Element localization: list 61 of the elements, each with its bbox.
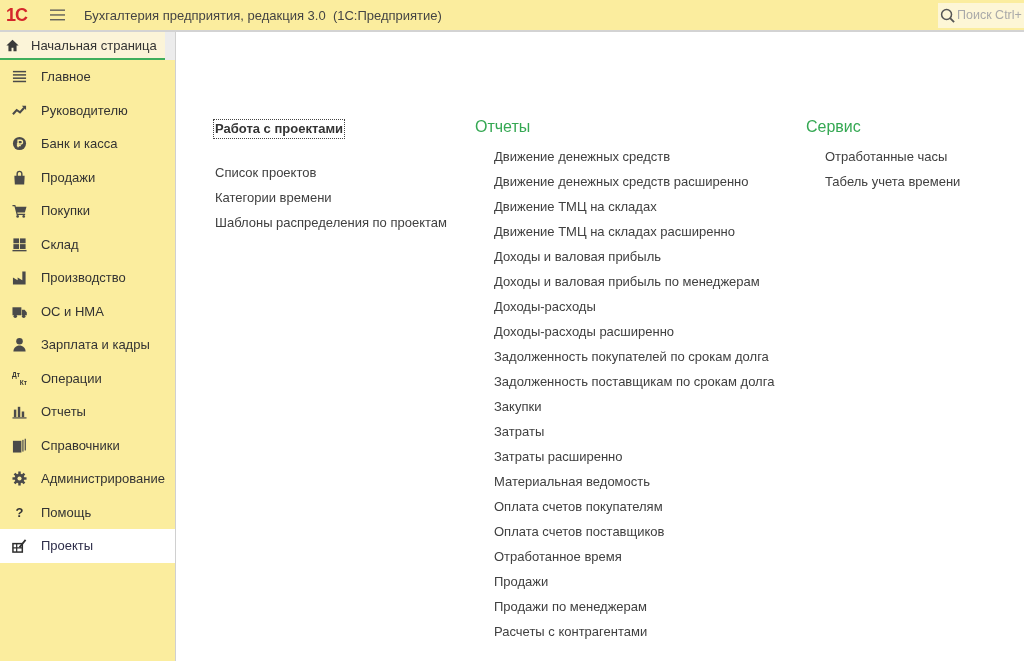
sidebar-item[interactable]: Продажи xyxy=(0,160,175,194)
group-title[interactable]: Работа с проектами xyxy=(213,119,346,139)
table-pen-icon xyxy=(12,538,27,554)
report-link[interactable]: Оплата счетов покупателям xyxy=(494,494,663,519)
sidebar-item[interactable]: Справочники xyxy=(0,428,175,462)
menu-link[interactable]: Категории времени xyxy=(215,185,332,210)
report-link[interactable]: Продажи по менеджерам xyxy=(494,594,647,619)
settings-icon xyxy=(12,471,27,487)
cart-icon xyxy=(12,203,27,219)
sidebar-item[interactable]: Склад xyxy=(0,227,175,261)
sidebar-item[interactable]: ОС и НМА xyxy=(0,294,175,328)
window-title: Бухгалтерия предприятия, редакция 3.0 (1С:Предприятие) xyxy=(84,7,442,23)
report-link[interactable]: Задолженность поставщикам по срокам долга xyxy=(494,369,775,394)
report-link[interactable]: Доходы-расходы расширенно xyxy=(494,319,675,344)
report-link[interactable]: Доходы и валовая прибыль по менеджерам xyxy=(494,269,760,294)
report-link[interactable]: Отработанные часы xyxy=(825,144,948,169)
ruble-coin-icon xyxy=(12,136,27,152)
sidebar-item[interactable]: Проекты xyxy=(0,529,175,563)
menu-link[interactable]: Шаблоны распределения по проектам xyxy=(215,210,447,235)
sidebar-item[interactable]: Покупки xyxy=(0,194,175,228)
report-link[interactable]: Расчеты с контрагентами xyxy=(494,619,648,644)
help-icon: ? xyxy=(12,504,27,520)
lines-icon xyxy=(12,69,27,85)
stacked-pages-icon xyxy=(12,437,27,453)
report-link[interactable]: Движение ТМЦ на складах расширенно xyxy=(494,219,735,244)
report-link[interactable]: Табель учета времени xyxy=(825,169,961,194)
report-link[interactable]: Доходы-расходы xyxy=(494,294,596,319)
person-icon xyxy=(12,337,27,353)
search-icon xyxy=(940,7,955,23)
sidebar-item[interactable]: Главное xyxy=(0,60,175,94)
sidebar-item[interactable]: Отчеты xyxy=(0,395,175,429)
bar-chart-icon xyxy=(12,404,27,420)
section-heading: Отчеты xyxy=(475,117,531,137)
factory-icon xyxy=(12,270,27,286)
menu-link[interactable]: Список проектов xyxy=(215,160,317,185)
report-link[interactable]: Затраты xyxy=(494,419,545,444)
sidebar-item[interactable]: Зарплата и кадры xyxy=(0,328,175,362)
report-link[interactable]: Движение денежных средств расширенно xyxy=(494,169,749,194)
search-field[interactable]: Поиск Ctrl+ xyxy=(938,2,1024,28)
report-link[interactable]: Оплата счетов поставщиков xyxy=(494,519,665,544)
app-logo: 1С xyxy=(6,5,29,25)
report-link[interactable]: Продажи xyxy=(494,569,549,594)
page-tab[interactable]: Начальная страница xyxy=(0,32,165,60)
report-link[interactable]: Доходы и валовая прибыль xyxy=(494,244,662,269)
report-link[interactable]: Задолженность покупателей по срокам долга xyxy=(494,344,769,369)
sidebar-item[interactable]: ? Помощь xyxy=(0,495,175,529)
report-link[interactable]: Движение денежных средств xyxy=(494,144,671,169)
report-link[interactable]: Отработанное время xyxy=(494,544,622,569)
report-link[interactable]: Движение ТМЦ на складах xyxy=(494,194,657,219)
sidebar-item[interactable]: Банк и касса xyxy=(0,127,175,161)
sidebar-item[interactable]: Руководителю xyxy=(0,93,175,127)
menu-icon[interactable] xyxy=(50,9,65,21)
report-link[interactable]: Затраты расширенно xyxy=(494,444,623,469)
report-link[interactable]: Материальная ведомость xyxy=(494,469,650,494)
sidebar-item[interactable]: Администрирование xyxy=(0,462,175,496)
shopping-bag-icon xyxy=(12,169,27,185)
sidebar-item[interactable]: Производство xyxy=(0,261,175,295)
section-heading: Сервис xyxy=(806,117,861,137)
report-link[interactable]: Закупки xyxy=(494,394,542,419)
blocks-icon xyxy=(12,236,27,252)
home-icon xyxy=(6,38,19,52)
